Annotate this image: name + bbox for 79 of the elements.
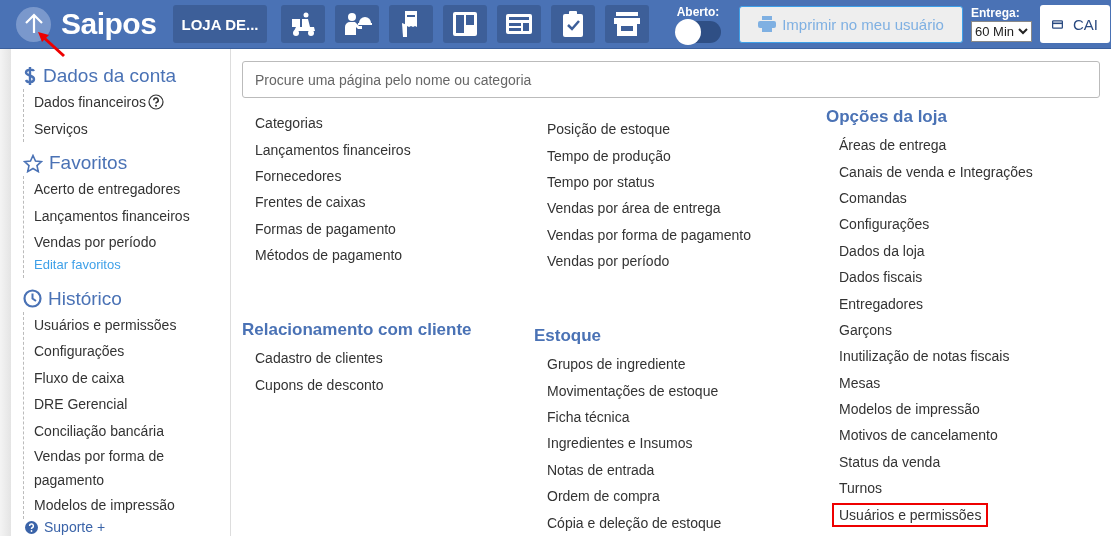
page-link[interactable]: Formas de pagamento <box>248 216 403 241</box>
page-link[interactable]: Motivos de cancelamento <box>832 423 1005 448</box>
sidebar-item[interactable]: Usuários e permissões <box>34 312 177 337</box>
store-icon-button[interactable] <box>605 5 649 43</box>
printer-icon <box>758 16 777 32</box>
page-link[interactable]: Cupons de desconto <box>248 372 391 397</box>
page-link[interactable]: Posição de estoque <box>540 117 677 142</box>
clipboard-check-icon-button[interactable] <box>551 5 595 43</box>
scooter-icon-button[interactable] <box>281 5 325 43</box>
page-link[interactable]: Garçons <box>832 317 899 342</box>
page-link[interactable]: Ficha técnica <box>540 404 637 429</box>
page-link[interactable]: Turnos <box>832 476 890 501</box>
page-link[interactable]: Entregadores <box>832 291 931 316</box>
page-link[interactable]: Status da venda <box>832 449 948 474</box>
board-icon <box>450 9 480 39</box>
page-link[interactable]: Grupos de ingrediente <box>540 352 693 377</box>
open-toggle[interactable] <box>675 21 721 43</box>
group-title: Estoque <box>534 325 603 347</box>
section-title: Favoritos <box>49 152 128 174</box>
page-link[interactable]: Dados da loja <box>832 238 932 263</box>
sidebar-item[interactable]: Dados financeiros <box>34 90 147 115</box>
clock-icon <box>23 289 42 308</box>
open-label: Aberto: <box>676 5 720 19</box>
sidebar-item[interactable]: Vendas por período <box>34 230 157 255</box>
sidebar-item[interactable]: Vendas por forma de pagamento <box>34 444 194 492</box>
section-title: Dados da conta <box>43 65 177 87</box>
sidebar-item[interactable]: Acerto de entregadores <box>34 177 181 202</box>
page-link[interactable]: Vendas por período <box>540 249 677 274</box>
page-link[interactable]: Mesas <box>832 370 888 395</box>
store-button[interactable]: LOJA DE... <box>173 5 267 43</box>
page-link[interactable]: Inutilização de notas fiscais <box>832 344 1017 369</box>
sidebar-item[interactable]: Configurações <box>34 339 125 364</box>
page-link[interactable]: Canais de venda e Integrações <box>832 159 1040 184</box>
page-link[interactable]: Frentes de caixas <box>248 190 373 215</box>
page-link[interactable]: Cadastro de clientes <box>248 346 390 371</box>
page-link[interactable]: Usuários e permissões <box>832 502 989 527</box>
cash-button[interactable]: CAI <box>1040 5 1111 43</box>
page-link[interactable]: Métodos de pagamento <box>248 243 410 268</box>
page-link[interactable]: Configurações <box>832 212 937 237</box>
page-link[interactable]: Ingredientes e Insumos <box>540 431 700 456</box>
delivery-select[interactable]: 60 Min <box>971 21 1033 42</box>
receipt-icon-button[interactable] <box>389 5 433 43</box>
page-link[interactable]: Comandas <box>832 185 914 210</box>
panel-icon-button[interactable] <box>497 5 541 43</box>
page-link[interactable]: Vendas por área de entrega <box>540 196 728 221</box>
support-link[interactable]: Suporte + <box>25 519 106 535</box>
up-arrow-button[interactable] <box>16 6 51 42</box>
page-link[interactable]: Notas de entrada <box>540 457 662 482</box>
star-icon <box>23 153 43 173</box>
sidebar-item[interactable]: Lançamentos financeiros <box>34 203 190 228</box>
page-link[interactable]: Tempo de produção <box>540 143 678 168</box>
group-title: Relacionamento com cliente <box>242 319 473 341</box>
page-link[interactable]: Lançamentos financeiros <box>248 137 418 162</box>
page-link[interactable]: Vendas por forma de pagamento <box>540 222 758 247</box>
sidebar-item[interactable]: Fluxo de caixa <box>34 365 125 390</box>
delivery-label: Entrega: <box>971 6 1021 20</box>
card-icon <box>1052 18 1063 30</box>
page-link[interactable]: Fornecedores <box>248 163 349 188</box>
page-link[interactable]: Cópia e deleção de estoque <box>540 510 729 535</box>
dollar-icon <box>23 66 37 86</box>
page-link[interactable]: Categorias <box>248 111 330 136</box>
sidebar-item[interactable]: Serviços <box>34 116 88 141</box>
waiter-icon-button[interactable] <box>335 5 379 43</box>
page-link[interactable]: Tempo por status <box>540 169 662 194</box>
search-field[interactable]: Procure uma página pelo nome ou categoria <box>242 61 1100 98</box>
store-icon <box>612 9 642 39</box>
page-link[interactable]: Movimentações de estoque <box>540 378 726 403</box>
page-link[interactable]: Modelos de impressão <box>832 397 987 422</box>
caret-icon <box>1018 28 1029 35</box>
page-link[interactable]: Áreas de entrega <box>832 133 954 158</box>
board-icon-button[interactable] <box>443 5 487 43</box>
group-title: Opções da loja <box>826 106 948 128</box>
sidebar-item[interactable]: Conciliação bancária <box>34 418 164 443</box>
logo: Saipos <box>61 7 158 41</box>
page-link[interactable]: Dados fiscais <box>832 265 930 290</box>
page-link[interactable]: Ordem de compra <box>540 484 667 509</box>
sidebar-item[interactable]: DRE Gerencial <box>34 392 128 417</box>
section-title: Histórico <box>48 287 122 310</box>
sidebar-item[interactable]: Modelos de impressão <box>34 493 175 518</box>
